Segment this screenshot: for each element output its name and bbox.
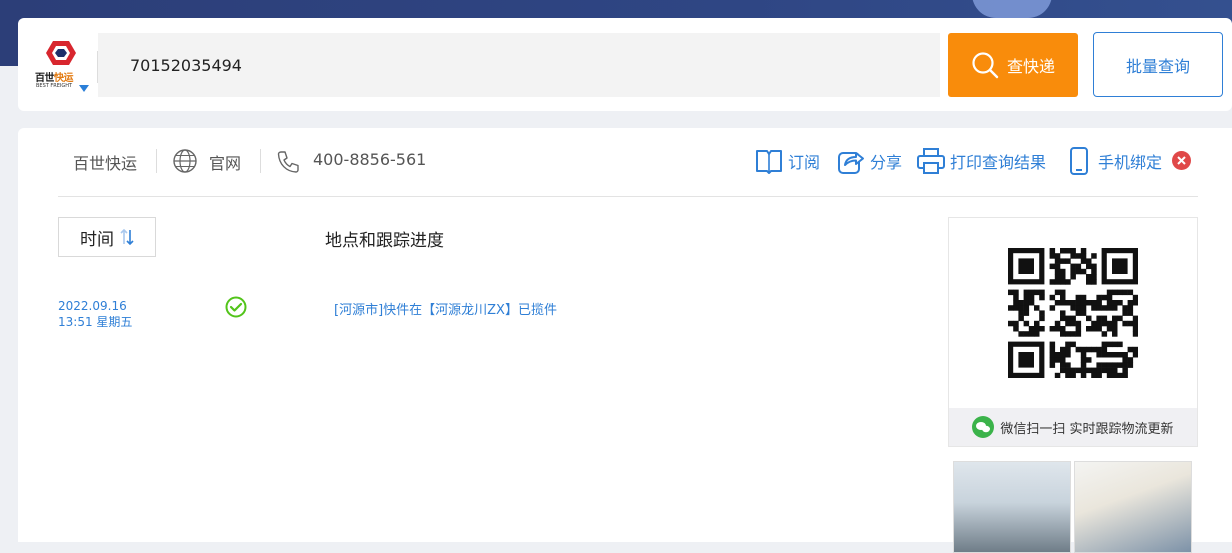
mobile-phone-icon [1070,147,1088,175]
ad-image-family[interactable] [1074,461,1192,553]
subscribe-label: 订阅 [788,153,821,172]
batch-query-button[interactable]: 批量查询 [1093,32,1223,97]
tracking-number-input[interactable] [98,33,940,97]
bind-phone-label: 手机绑定 [1098,153,1163,172]
print-label: 打印查询结果 [950,153,1047,172]
share-icon [838,152,864,174]
query-button-label: 查快递 [1006,57,1055,76]
time-sort-button[interactable]: 时间 [58,217,156,257]
result-card: 百世快运 官网 400-8856-561 订阅 分享 打印查询结果 手机绑定 时… [18,128,1232,553]
search-card: 百世快运 BEST FREIGHT 查快递 批量查询 [18,18,1232,111]
batch-query-label: 批量查询 [1125,56,1190,76]
qr-code-icon [1008,248,1138,378]
logo-text: 百世快运 [35,73,74,84]
share-label: 分享 [870,153,903,172]
print-button[interactable]: 打印查询结果 [916,146,1046,176]
company-name: 百世快运 [73,154,138,173]
close-icon [1177,156,1186,165]
event-date: 2022.09.16 [58,299,127,313]
sort-icon [120,228,134,246]
event-time: 13:51 星期五 [58,315,133,329]
share-button[interactable]: 分享 [836,146,902,176]
printer-icon [917,148,945,174]
divider [260,149,261,173]
qr-caption: 微信扫一扫 实时跟踪物流更新 [949,408,1197,446]
official-site-link[interactable]: 官网 [209,150,241,174]
phone-icon [277,151,299,173]
carrier-logo[interactable]: 百世快运 BEST FREIGHT [33,37,89,93]
best-logo-icon [46,41,76,65]
progress-column-header: 地点和跟踪进度 [325,231,444,251]
phone-number: 400-8856-561 [313,150,427,169]
logo-english: BEST FREIGHT [36,83,73,89]
carrier-info-bar: 百世快运 官网 400-8856-561 订阅 分享 打印查询结果 手机绑定 [58,128,1198,197]
time-column-label: 时间 [80,229,114,250]
query-button[interactable]: 查快递 [948,33,1078,97]
event-datetime: 2022.09.16 13:51 星期五 [58,298,132,330]
qr-panel: 微信扫一扫 实时跟踪物流更新 [948,217,1198,447]
ad-image-lab[interactable] [953,461,1071,553]
event-description: [河源市]快件在【河源龙川ZX】已揽件 [334,303,557,318]
book-icon [756,150,782,174]
search-icon [972,52,999,79]
qr-caption-text: 微信扫一扫 实时跟踪物流更新 [1000,421,1174,437]
check-circle-icon [225,296,247,318]
divider [156,149,157,173]
chevron-down-icon[interactable] [79,85,89,92]
banner-truck-image [972,0,1052,18]
subscribe-button[interactable]: 订阅 [754,146,820,176]
globe-icon [173,149,197,173]
wechat-icon [972,416,995,438]
bind-phone-button[interactable]: 手机绑定 [1064,146,1162,176]
close-button[interactable] [1172,151,1191,170]
